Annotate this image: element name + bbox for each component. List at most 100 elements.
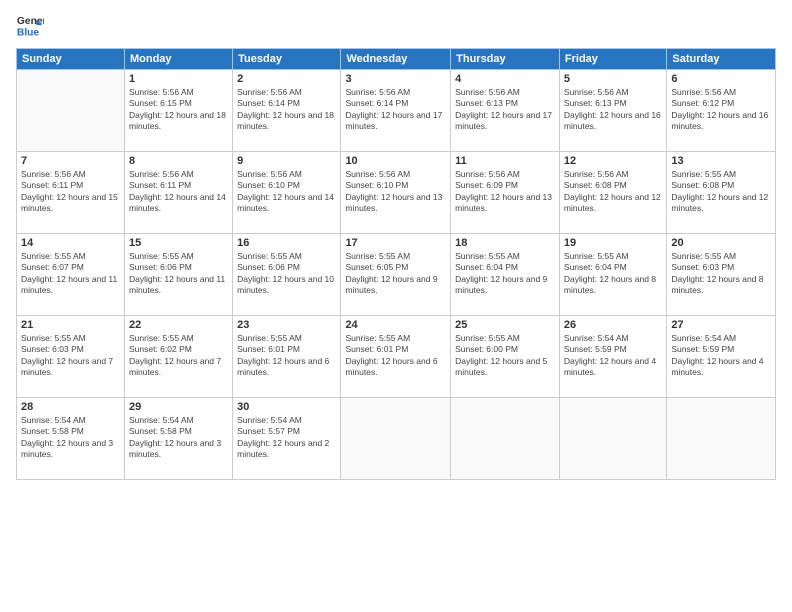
day-number: 24	[345, 319, 446, 331]
day-detail: Sunrise: 5:55 AMSunset: 6:07 PMDaylight:…	[21, 251, 120, 297]
calendar-cell	[667, 398, 776, 480]
day-number: 26	[564, 319, 662, 331]
day-number: 6	[671, 73, 771, 85]
calendar-cell: 8 Sunrise: 5:56 AMSunset: 6:11 PMDaylight…	[124, 152, 232, 234]
day-detail: Sunrise: 5:54 AMSunset: 5:58 PMDaylight:…	[21, 415, 120, 461]
day-number: 2	[237, 73, 336, 85]
calendar-cell: 15 Sunrise: 5:55 AMSunset: 6:06 PMDayligh…	[124, 234, 232, 316]
day-detail: Sunrise: 5:55 AMSunset: 6:06 PMDaylight:…	[129, 251, 228, 297]
day-number: 19	[564, 237, 662, 249]
calendar-week-row: 28 Sunrise: 5:54 AMSunset: 5:58 PMDayligh…	[17, 398, 776, 480]
day-detail: Sunrise: 5:56 AMSunset: 6:13 PMDaylight:…	[564, 87, 662, 133]
calendar-header-saturday: Saturday	[667, 49, 776, 70]
day-number: 11	[455, 155, 555, 167]
calendar-cell: 6 Sunrise: 5:56 AMSunset: 6:12 PMDaylight…	[667, 70, 776, 152]
day-detail: Sunrise: 5:56 AMSunset: 6:11 PMDaylight:…	[129, 169, 228, 215]
calendar-cell: 13 Sunrise: 5:55 AMSunset: 6:08 PMDayligh…	[667, 152, 776, 234]
day-detail: Sunrise: 5:55 AMSunset: 6:03 PMDaylight:…	[21, 333, 120, 379]
day-detail: Sunrise: 5:55 AMSunset: 6:04 PMDaylight:…	[564, 251, 662, 297]
day-number: 21	[21, 319, 120, 331]
day-detail: Sunrise: 5:55 AMSunset: 6:03 PMDaylight:…	[671, 251, 771, 297]
day-detail: Sunrise: 5:56 AMSunset: 6:13 PMDaylight:…	[455, 87, 555, 133]
calendar-cell: 4 Sunrise: 5:56 AMSunset: 6:13 PMDaylight…	[451, 70, 560, 152]
day-number: 17	[345, 237, 446, 249]
calendar-cell: 26 Sunrise: 5:54 AMSunset: 5:59 PMDayligh…	[559, 316, 666, 398]
calendar-cell: 17 Sunrise: 5:55 AMSunset: 6:05 PMDayligh…	[341, 234, 451, 316]
day-detail: Sunrise: 5:54 AMSunset: 5:58 PMDaylight:…	[129, 415, 228, 461]
calendar-cell: 10 Sunrise: 5:56 AMSunset: 6:10 PMDayligh…	[341, 152, 451, 234]
calendar-cell	[17, 70, 125, 152]
day-number: 30	[237, 401, 336, 413]
day-number: 8	[129, 155, 228, 167]
calendar-cell: 16 Sunrise: 5:55 AMSunset: 6:06 PMDayligh…	[233, 234, 341, 316]
header: General Blue	[16, 12, 776, 40]
calendar-cell: 27 Sunrise: 5:54 AMSunset: 5:59 PMDayligh…	[667, 316, 776, 398]
day-detail: Sunrise: 5:56 AMSunset: 6:08 PMDaylight:…	[564, 169, 662, 215]
day-number: 13	[671, 155, 771, 167]
day-detail: Sunrise: 5:55 AMSunset: 6:01 PMDaylight:…	[237, 333, 336, 379]
day-detail: Sunrise: 5:55 AMSunset: 6:06 PMDaylight:…	[237, 251, 336, 297]
day-number: 14	[21, 237, 120, 249]
day-number: 16	[237, 237, 336, 249]
day-number: 22	[129, 319, 228, 331]
day-detail: Sunrise: 5:56 AMSunset: 6:14 PMDaylight:…	[345, 87, 446, 133]
calendar-cell	[559, 398, 666, 480]
calendar-cell: 7 Sunrise: 5:56 AMSunset: 6:11 PMDaylight…	[17, 152, 125, 234]
calendar-header-row: SundayMondayTuesdayWednesdayThursdayFrid…	[17, 49, 776, 70]
calendar-cell	[451, 398, 560, 480]
calendar-cell: 3 Sunrise: 5:56 AMSunset: 6:14 PMDaylight…	[341, 70, 451, 152]
calendar-cell: 5 Sunrise: 5:56 AMSunset: 6:13 PMDaylight…	[559, 70, 666, 152]
calendar-week-row: 14 Sunrise: 5:55 AMSunset: 6:07 PMDayligh…	[17, 234, 776, 316]
day-detail: Sunrise: 5:55 AMSunset: 6:05 PMDaylight:…	[345, 251, 446, 297]
calendar-cell: 19 Sunrise: 5:55 AMSunset: 6:04 PMDayligh…	[559, 234, 666, 316]
calendar-body: 1 Sunrise: 5:56 AMSunset: 6:15 PMDaylight…	[17, 70, 776, 480]
calendar-cell: 20 Sunrise: 5:55 AMSunset: 6:03 PMDayligh…	[667, 234, 776, 316]
day-number: 10	[345, 155, 446, 167]
day-detail: Sunrise: 5:55 AMSunset: 6:00 PMDaylight:…	[455, 333, 555, 379]
day-detail: Sunrise: 5:55 AMSunset: 6:08 PMDaylight:…	[671, 169, 771, 215]
calendar-week-row: 1 Sunrise: 5:56 AMSunset: 6:15 PMDaylight…	[17, 70, 776, 152]
calendar-cell: 9 Sunrise: 5:56 AMSunset: 6:10 PMDaylight…	[233, 152, 341, 234]
day-detail: Sunrise: 5:56 AMSunset: 6:11 PMDaylight:…	[21, 169, 120, 215]
day-number: 27	[671, 319, 771, 331]
calendar-table: SundayMondayTuesdayWednesdayThursdayFrid…	[16, 48, 776, 480]
day-number: 23	[237, 319, 336, 331]
day-number: 20	[671, 237, 771, 249]
day-detail: Sunrise: 5:56 AMSunset: 6:14 PMDaylight:…	[237, 87, 336, 133]
day-detail: Sunrise: 5:56 AMSunset: 6:15 PMDaylight:…	[129, 87, 228, 133]
day-detail: Sunrise: 5:56 AMSunset: 6:10 PMDaylight:…	[345, 169, 446, 215]
calendar-header-monday: Monday	[124, 49, 232, 70]
day-number: 28	[21, 401, 120, 413]
calendar-week-row: 7 Sunrise: 5:56 AMSunset: 6:11 PMDaylight…	[17, 152, 776, 234]
day-number: 12	[564, 155, 662, 167]
day-detail: Sunrise: 5:56 AMSunset: 6:09 PMDaylight:…	[455, 169, 555, 215]
calendar-cell: 22 Sunrise: 5:55 AMSunset: 6:02 PMDayligh…	[124, 316, 232, 398]
day-detail: Sunrise: 5:56 AMSunset: 6:12 PMDaylight:…	[671, 87, 771, 133]
day-number: 29	[129, 401, 228, 413]
calendar-header-friday: Friday	[559, 49, 666, 70]
day-number: 1	[129, 73, 228, 85]
day-number: 9	[237, 155, 336, 167]
day-detail: Sunrise: 5:55 AMSunset: 6:01 PMDaylight:…	[345, 333, 446, 379]
svg-text:Blue: Blue	[17, 27, 40, 38]
calendar-cell: 11 Sunrise: 5:56 AMSunset: 6:09 PMDayligh…	[451, 152, 560, 234]
day-number: 18	[455, 237, 555, 249]
day-number: 7	[21, 155, 120, 167]
day-number: 15	[129, 237, 228, 249]
calendar-cell: 30Sunrise: 5:54 AMSunset: 5:57 PMDayligh…	[233, 398, 341, 480]
calendar-cell: 24 Sunrise: 5:55 AMSunset: 6:01 PMDayligh…	[341, 316, 451, 398]
day-number: 4	[455, 73, 555, 85]
day-detail: Sunrise: 5:54 AMSunset: 5:59 PMDaylight:…	[564, 333, 662, 379]
calendar-week-row: 21 Sunrise: 5:55 AMSunset: 6:03 PMDayligh…	[17, 316, 776, 398]
day-detail: Sunrise: 5:56 AMSunset: 6:10 PMDaylight:…	[237, 169, 336, 215]
day-detail: Sunrise: 5:55 AMSunset: 6:02 PMDaylight:…	[129, 333, 228, 379]
day-detail: Sunrise: 5:54 AMSunset: 5:59 PMDaylight:…	[671, 333, 771, 379]
logo: General Blue	[16, 12, 48, 40]
calendar-cell: 12 Sunrise: 5:56 AMSunset: 6:08 PMDayligh…	[559, 152, 666, 234]
calendar-cell: 14 Sunrise: 5:55 AMSunset: 6:07 PMDayligh…	[17, 234, 125, 316]
day-number: 3	[345, 73, 446, 85]
calendar-cell: 1 Sunrise: 5:56 AMSunset: 6:15 PMDaylight…	[124, 70, 232, 152]
day-number: 5	[564, 73, 662, 85]
calendar-cell: 28 Sunrise: 5:54 AMSunset: 5:58 PMDayligh…	[17, 398, 125, 480]
calendar-cell: 21 Sunrise: 5:55 AMSunset: 6:03 PMDayligh…	[17, 316, 125, 398]
